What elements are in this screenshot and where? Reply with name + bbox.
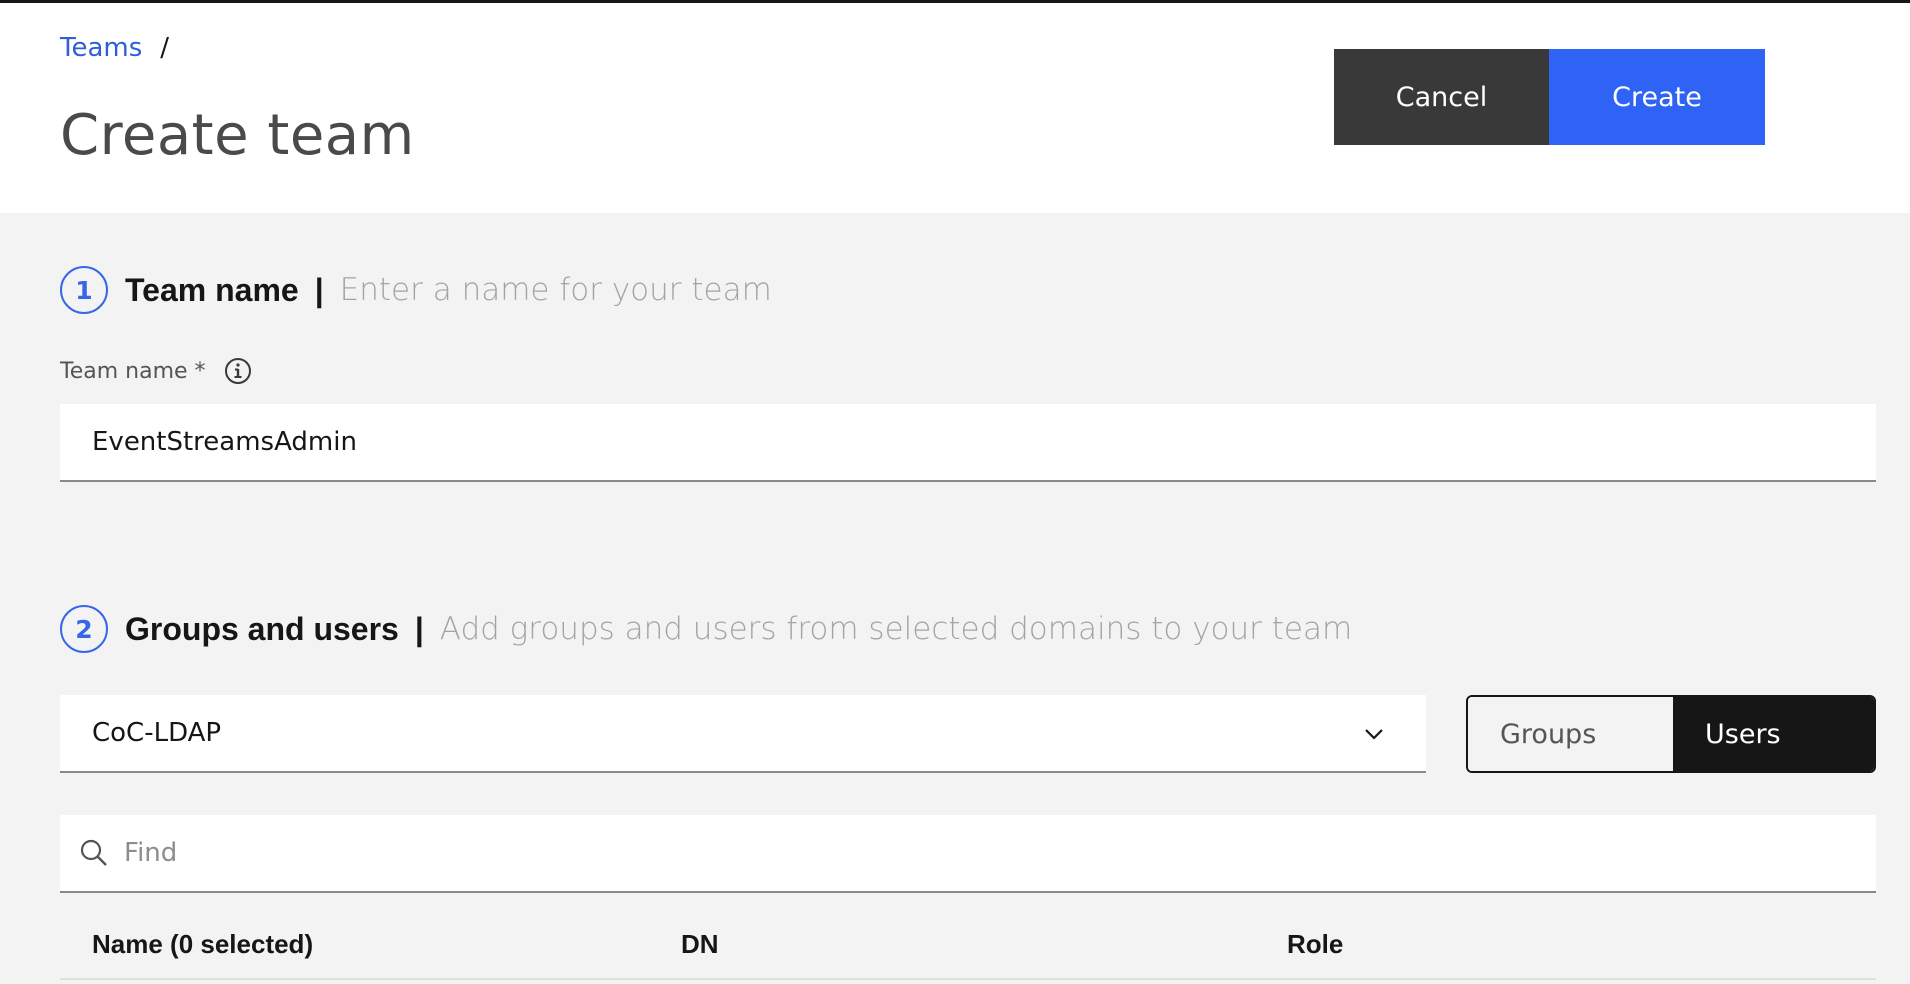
column-header-role[interactable]: Role <box>1287 929 1343 960</box>
team-name-label-row: Team name * <box>60 357 252 385</box>
section-groups-users-header: 2 Groups and users | Add groups and user… <box>60 603 1352 655</box>
groups-users-switcher: Groups Users <box>1466 695 1876 773</box>
column-header-name[interactable]: Name (0 selected) <box>92 929 313 960</box>
users-toggle-button[interactable]: Users <box>1673 697 1874 771</box>
section-subtitle: Add groups and users from selected domai… <box>439 611 1353 647</box>
section-divider: | <box>314 271 324 308</box>
breadcrumb: Teams / <box>60 33 169 63</box>
search-icon <box>80 839 107 866</box>
breadcrumb-link-teams[interactable]: Teams <box>60 33 142 63</box>
section-title: Groups and users <box>125 610 399 647</box>
section-team-name-header: 1 Team name | Enter a name for your team <box>60 264 772 316</box>
groups-toggle-button[interactable]: Groups <box>1468 697 1673 771</box>
cancel-button[interactable]: Cancel <box>1334 49 1549 145</box>
team-name-label: Team name * <box>60 358 206 384</box>
step-number-1: 1 <box>60 266 108 314</box>
domain-dropdown[interactable]: CoC-LDAP <box>60 695 1426 773</box>
step-number-2: 2 <box>60 605 108 653</box>
page-header: Teams / Create team Cancel Create <box>0 3 1910 213</box>
section-subtitle: Enter a name for your team <box>339 272 772 308</box>
information-icon[interactable] <box>224 357 252 385</box>
chevron-down-icon <box>1365 729 1383 740</box>
team-name-input[interactable] <box>60 404 1876 482</box>
section-divider: | <box>414 610 424 647</box>
page-title: Create team <box>60 103 415 168</box>
domain-dropdown-value: CoC-LDAP <box>92 718 222 748</box>
search-bar <box>60 815 1876 893</box>
search-input[interactable] <box>122 837 1826 869</box>
column-header-dn[interactable]: DN <box>681 929 719 960</box>
create-button[interactable]: Create <box>1549 49 1765 145</box>
section-title: Team name <box>125 271 299 308</box>
breadcrumb-separator: / <box>160 33 170 63</box>
table-header: Name (0 selected) DN Role <box>60 915 1876 980</box>
